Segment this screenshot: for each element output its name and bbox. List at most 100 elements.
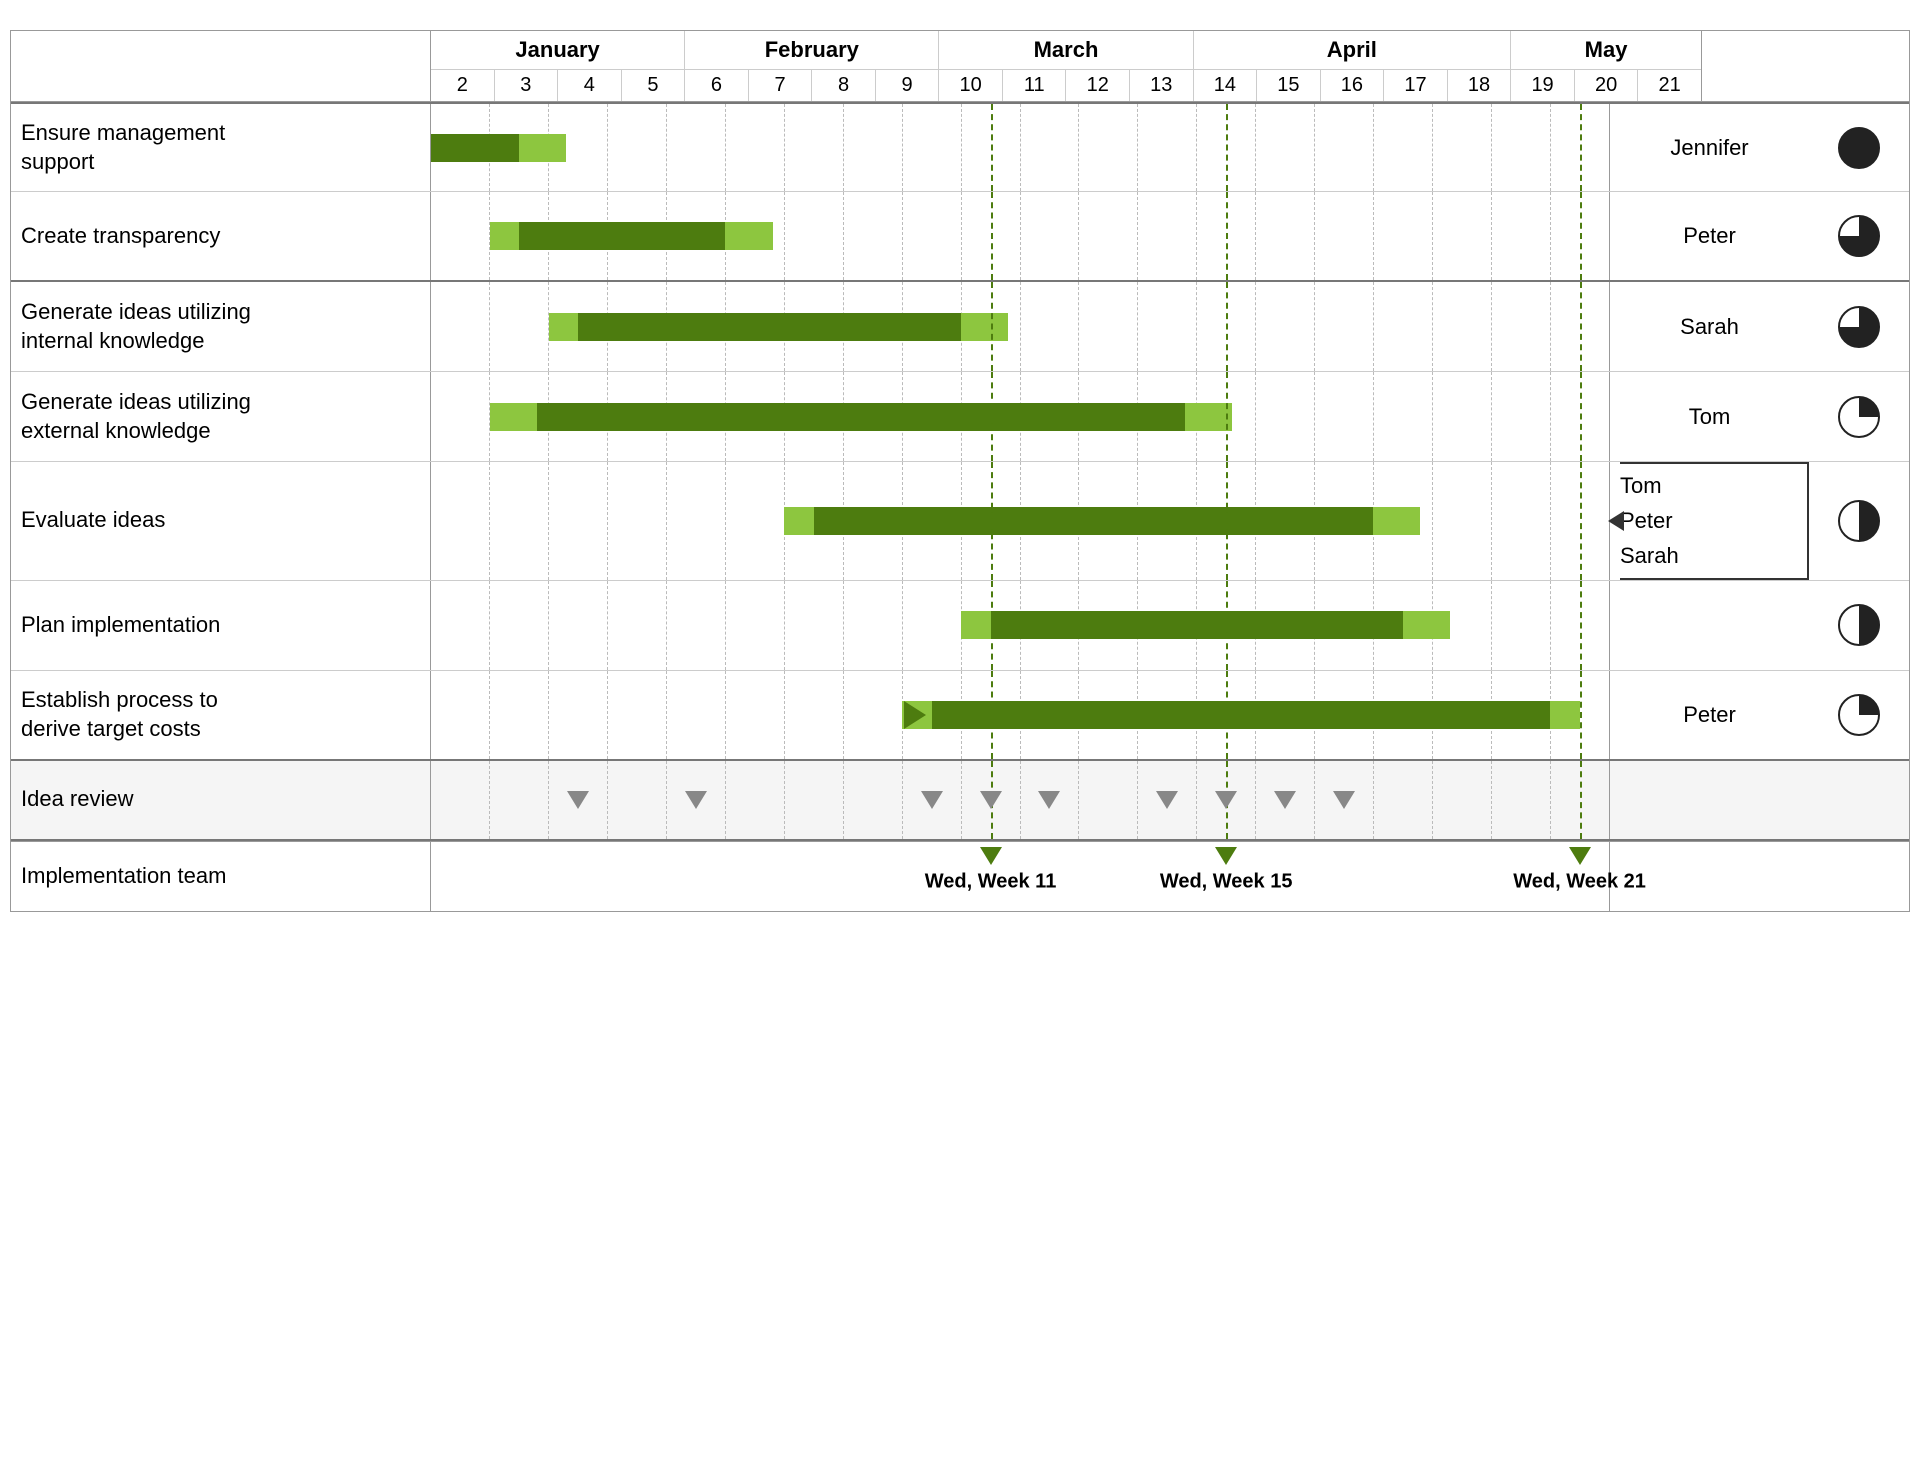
milestone-line-21-review — [1580, 761, 1582, 839]
week-12: 12 — [1066, 70, 1130, 101]
status-generate-external — [1809, 372, 1909, 461]
responsible-idea-review — [1609, 761, 1809, 839]
gantt-generate-external — [431, 372, 1609, 461]
bar-light2-transp — [725, 222, 772, 250]
responsible-establish-process: Peter — [1609, 671, 1809, 759]
grid-col-w2 — [431, 581, 490, 670]
grid-col-w9 — [844, 104, 903, 191]
bracket-container: TomPeterSarah — [1610, 462, 1809, 580]
grid-col-w8 — [785, 581, 844, 670]
grid-col-w12 — [1021, 104, 1080, 191]
milestone-line-21 — [1580, 104, 1582, 191]
grid-col-w10 — [903, 192, 962, 280]
bottom-label-21: Wed, Week 21 — [1513, 870, 1646, 893]
grid-col-w12 — [1021, 192, 1080, 280]
row-generate-external: Generate ideas utilizingexternal knowled… — [11, 372, 1909, 462]
grid-col-w9 — [844, 581, 903, 670]
milestone-line-21 — [1580, 372, 1582, 461]
grid-col-w7 — [726, 462, 785, 580]
month-may: May — [1511, 31, 1701, 69]
milestone-line-21 — [1580, 282, 1582, 371]
gantt-establish-process — [431, 671, 1609, 759]
responsible-ensure-management: Jennifer — [1609, 104, 1809, 191]
week-2: 2 — [431, 70, 495, 101]
grid-col-w12 — [1021, 282, 1080, 371]
triangle-w4 — [567, 791, 589, 809]
grid-col-w20 — [1492, 192, 1551, 280]
bar-light-eval — [784, 507, 813, 535]
grid-col-w17 — [1315, 104, 1374, 191]
bar-light2-int — [961, 313, 1008, 341]
grid-col-w18 — [1374, 372, 1433, 461]
week-20: 20 — [1575, 70, 1639, 101]
milestone-line-11 — [991, 104, 993, 191]
grid-col-w14 — [1138, 282, 1197, 371]
gantt-idea-review — [431, 761, 1609, 839]
bar-dark-eval — [814, 507, 1374, 535]
milestone-line-11 — [991, 282, 993, 371]
grid-col-w4 — [549, 462, 608, 580]
bar-establish-process — [902, 701, 1579, 729]
month-march: March — [939, 31, 1193, 69]
milestone-line-11 — [991, 192, 993, 280]
grid-col-w13 — [1079, 192, 1138, 280]
gantt-chart: January February March April May 2 3 4 5… — [10, 30, 1910, 912]
bar-light-transp — [490, 222, 519, 250]
gantt-create-transparency — [431, 192, 1609, 280]
grid-col-w6 — [667, 671, 726, 759]
phase-header — [11, 31, 431, 101]
week-18: 18 — [1448, 70, 1512, 101]
bar-light-int — [549, 313, 578, 341]
week-9: 9 — [876, 70, 940, 101]
grid-col-w9 — [844, 671, 903, 759]
bar-dark-ensure — [431, 134, 519, 162]
task-label-idea-review: Idea review — [11, 761, 431, 839]
bar-create-transparency — [490, 222, 773, 250]
milestone-line-11 — [991, 372, 993, 461]
grid-col-w14 — [1138, 104, 1197, 191]
gantt-generate-internal — [431, 282, 1609, 371]
grid-col-w5 — [608, 104, 667, 191]
milestone-line-15 — [1226, 462, 1228, 580]
week-11: 11 — [1003, 70, 1067, 101]
grid-col-w3 — [490, 671, 549, 759]
bottom-arrow-11 — [980, 847, 1002, 865]
grid-col-w19 — [1433, 372, 1492, 461]
grid-col-w18 — [1374, 761, 1433, 839]
bar-dark-plan — [991, 611, 1403, 639]
grid-col-w2 — [431, 372, 490, 461]
bar-light2-ext — [1185, 403, 1232, 431]
milestone-line-15 — [1226, 282, 1228, 371]
week-17: 17 — [1384, 70, 1448, 101]
milestone-line-15 — [1226, 671, 1228, 759]
triangle-w15 — [1215, 791, 1237, 809]
bar-plan-implementation — [961, 611, 1450, 639]
grid-col-w7 — [726, 671, 785, 759]
bar-evaluate-ideas — [784, 507, 1420, 535]
grid-col-w2 — [431, 462, 490, 580]
grid-col-w20 — [1492, 761, 1551, 839]
responsible-plan-implementation — [1609, 581, 1809, 670]
status-idea-review — [1809, 761, 1909, 839]
grid-col-w5 — [608, 462, 667, 580]
triangle-w10 — [921, 791, 943, 809]
triangle-w12 — [1038, 791, 1060, 809]
grid-col-w10 — [903, 104, 962, 191]
bar-generate-external — [490, 403, 1232, 431]
bottom-arrow-21 — [1569, 847, 1591, 865]
week-8: 8 — [812, 70, 876, 101]
row-idea-review: Idea review — [11, 761, 1909, 841]
bottom-label-15: Wed, Week 15 — [1160, 870, 1293, 893]
status-icon-quarter — [1837, 499, 1881, 543]
row-generate-internal: Generate ideas utilizinginternal knowled… — [11, 282, 1909, 372]
bar-dark-transp — [519, 222, 725, 250]
grid-col-w20 — [1492, 282, 1551, 371]
task-label-plan-implementation: Plan implementation — [11, 581, 431, 670]
triangle-w16 — [1274, 791, 1296, 809]
month-april: April — [1194, 31, 1512, 69]
responsible-create-transparency: Peter — [1609, 192, 1809, 280]
grid-col-w16 — [1256, 104, 1315, 191]
task-label-evaluate-ideas: Evaluate ideas — [11, 462, 431, 580]
milestone-line-21 — [1580, 671, 1582, 759]
grid-col-w18 — [1374, 282, 1433, 371]
